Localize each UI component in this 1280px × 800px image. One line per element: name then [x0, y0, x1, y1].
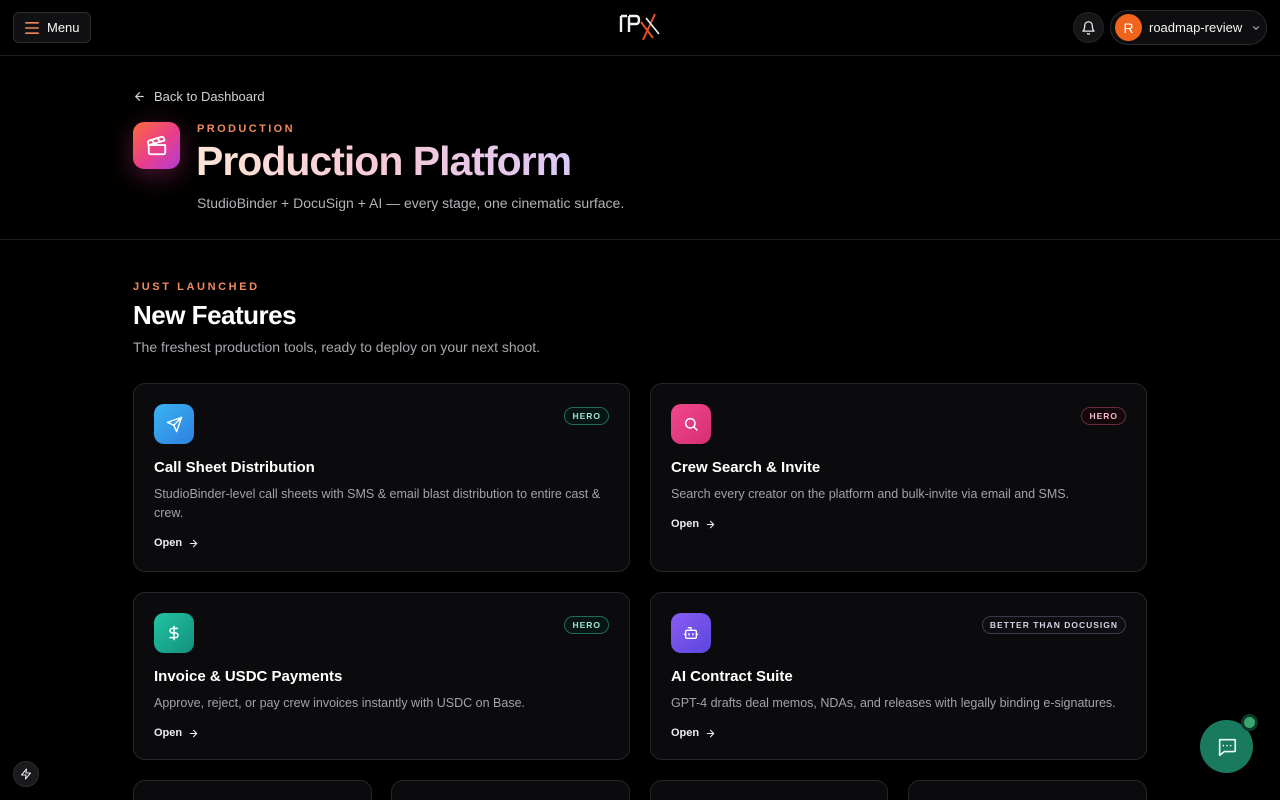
- bell-icon: [1082, 20, 1095, 35]
- bolt-icon: [20, 768, 32, 780]
- open-label: Open: [154, 537, 183, 549]
- brand-logo[interactable]: [619, 12, 661, 42]
- arrow-right-icon: [189, 539, 198, 547]
- feature-card-stub[interactable]: [650, 780, 888, 800]
- card-title: AI Contract Suite: [671, 668, 793, 685]
- send-icon: [154, 404, 194, 444]
- hero-badge: HERO: [564, 616, 609, 634]
- back-to-dashboard-link[interactable]: Back to Dashboard: [133, 89, 265, 104]
- open-link[interactable]: Open: [154, 537, 199, 549]
- card-description: Search every creator on the platform and…: [671, 487, 1070, 501]
- page-subtitle: StudioBinder + DocuSign + AI — every sta…: [197, 195, 625, 211]
- online-status-indicator: [1241, 714, 1258, 731]
- chevron-down-icon: [1253, 25, 1260, 30]
- section-subtitle: The freshest production tools, ready to …: [133, 339, 541, 355]
- open-link[interactable]: Open: [671, 518, 716, 530]
- feature-card-call-sheet[interactable]: HERO Call Sheet Distribution StudioBinde…: [133, 383, 630, 572]
- top-bar: Menu R roadmap-review: [0, 0, 1280, 56]
- card-description: GPT-4 drafts deal memos, NDAs, and relea…: [671, 696, 1116, 710]
- back-label: Back to Dashboard: [154, 89, 265, 104]
- menu-button[interactable]: Menu: [13, 12, 91, 43]
- open-label: Open: [671, 518, 700, 530]
- hero-badge: HERO: [564, 407, 609, 425]
- arrow-right-icon: [706, 520, 715, 528]
- notifications-button[interactable]: [1073, 12, 1104, 43]
- robot-icon: [671, 613, 711, 653]
- card-description: Approve, reject, or pay crew invoices in…: [154, 696, 525, 710]
- feature-card-stub[interactable]: [391, 780, 630, 800]
- card-title: Crew Search & Invite: [671, 459, 821, 476]
- open-link[interactable]: Open: [154, 727, 199, 739]
- arrow-left-icon: [135, 92, 144, 101]
- page-eyebrow: PRODUCTION: [197, 123, 295, 135]
- section-title: New Features: [133, 300, 297, 330]
- card-title: Invoice & USDC Payments: [154, 668, 343, 685]
- feature-card-ai-contract[interactable]: BETTER THAN DOCUSIGN AI Contract Suite G…: [650, 592, 1147, 760]
- divider: [0, 239, 1280, 240]
- open-label: Open: [154, 727, 183, 739]
- chat-icon: [1218, 738, 1236, 756]
- open-link[interactable]: Open: [671, 727, 716, 739]
- menu-label: Menu: [47, 20, 80, 35]
- hamburger-icon: [25, 21, 39, 34]
- page-title: Production Platform: [196, 138, 572, 184]
- feature-card-crew-search[interactable]: HERO Crew Search & Invite Search every c…: [650, 383, 1147, 572]
- feature-card-stub[interactable]: [133, 780, 372, 800]
- user-name: roadmap-review: [1149, 20, 1243, 35]
- section-eyebrow: JUST LAUNCHED: [133, 281, 260, 293]
- better-than-docusign-badge: BETTER THAN DOCUSIGN: [981, 616, 1126, 634]
- user-menu[interactable]: R roadmap-review: [1110, 10, 1267, 45]
- hero-badge: HERO: [1081, 407, 1126, 425]
- arrow-right-icon: [189, 729, 198, 737]
- quick-actions-button[interactable]: [13, 761, 39, 787]
- avatar: R: [1115, 14, 1142, 41]
- clapperboard-icon: [133, 122, 180, 169]
- card-description: StudioBinder-level call sheets with SMS …: [154, 487, 601, 520]
- dollar-icon: [154, 613, 194, 653]
- arrow-right-icon: [706, 729, 715, 737]
- open-label: Open: [671, 727, 700, 739]
- feature-card-stub[interactable]: [908, 780, 1147, 800]
- search-icon: [671, 404, 711, 444]
- feature-card-invoice[interactable]: HERO Invoice & USDC Payments Approve, re…: [133, 592, 630, 760]
- card-title: Call Sheet Distribution: [154, 459, 315, 476]
